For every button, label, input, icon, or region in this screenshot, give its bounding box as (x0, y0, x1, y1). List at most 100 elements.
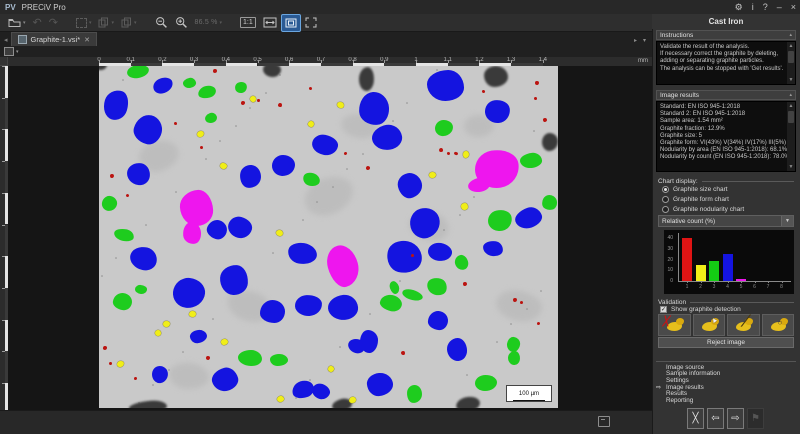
duplicate-button[interactable]: ▾ (118, 15, 140, 31)
graphite-particle[interactable] (519, 300, 522, 303)
graphite-particle[interactable] (519, 151, 543, 169)
graphite-particle[interactable] (135, 284, 148, 294)
graphite-particle[interactable] (434, 119, 453, 136)
graphite-particle[interactable] (113, 227, 135, 243)
graphite-particle[interactable] (276, 395, 284, 403)
graphite-particle[interactable] (512, 204, 544, 232)
graphite-particle[interactable] (467, 176, 491, 194)
graphite-particle[interactable] (133, 376, 136, 379)
actual-size-button[interactable]: 1:1 (237, 15, 259, 31)
graphite-particle[interactable] (427, 310, 448, 330)
info-icon[interactable]: i (752, 0, 754, 14)
graphite-particle[interactable] (463, 150, 470, 158)
add-graphite-button[interactable]: ▲ (693, 314, 726, 336)
delete-graphite-button[interactable]: ╳ (658, 314, 691, 336)
graphite-particle[interactable] (486, 207, 514, 233)
graphite-particle[interactable] (481, 89, 485, 93)
graphite-particle[interactable] (260, 300, 285, 323)
zoom-level-select[interactable]: 86.5 %▾ (192, 15, 226, 31)
graphite-particle[interactable] (425, 275, 449, 297)
graphite-particle[interactable] (275, 229, 283, 236)
radio-icon[interactable] (662, 196, 669, 203)
graphite-particle[interactable] (323, 242, 363, 290)
tab-list-icon[interactable]: ▾ (643, 37, 646, 44)
graphite-particle[interactable] (482, 239, 504, 256)
graphite-particle[interactable] (460, 202, 467, 209)
graphite-particle[interactable] (400, 287, 423, 303)
graphite-particle[interactable] (406, 385, 422, 404)
graphite-particle[interactable] (446, 151, 450, 155)
cancel-button[interactable]: ╳ (687, 408, 704, 429)
graphite-particle[interactable] (182, 77, 197, 89)
graphite-particle[interactable] (108, 361, 111, 364)
graphite-particle[interactable] (463, 282, 467, 286)
graphite-particle[interactable] (427, 241, 454, 263)
graphite-particle[interactable] (238, 350, 263, 367)
graphite-particle[interactable] (125, 193, 129, 197)
graphite-particle[interactable] (100, 87, 132, 123)
collapse-icon[interactable]: ▴ (789, 32, 792, 38)
zoom-in-button[interactable] (172, 15, 191, 31)
redo-button[interactable]: ↷ (46, 15, 61, 31)
annotation-icon[interactable] (598, 416, 610, 427)
graphite-particle[interactable] (173, 121, 177, 125)
graphite-particle[interactable] (507, 350, 520, 365)
fullscreen-button[interactable] (302, 15, 320, 31)
graphite-particle[interactable] (127, 244, 158, 272)
tab-close-icon[interactable]: ✕ (84, 36, 90, 44)
graphite-particle[interactable] (428, 172, 435, 178)
checkbox-checked-icon[interactable]: ✓ (660, 306, 667, 313)
graphite-particle[interactable] (209, 365, 240, 394)
graphite-particle[interactable] (366, 371, 394, 396)
collapse-icon[interactable]: ▴ (789, 92, 792, 98)
graphite-particle[interactable] (239, 164, 262, 189)
graphite-particle[interactable] (540, 193, 557, 210)
graphite-particle[interactable] (310, 133, 339, 158)
scrollbar-thumb[interactable] (788, 111, 794, 123)
workflow-step-reporting[interactable]: Reporting (656, 397, 796, 404)
results-scrollbar[interactable]: ▲ ▼ (787, 102, 795, 171)
graphite-particle[interactable] (189, 328, 208, 343)
radio-icon[interactable] (662, 186, 669, 193)
next-button[interactable]: ⇨ (727, 408, 744, 429)
graphite-particle[interactable] (162, 321, 169, 328)
graphite-particle[interactable] (151, 75, 175, 96)
graphite-particle[interactable] (188, 311, 195, 317)
graphite-particle[interactable] (395, 170, 424, 200)
graphite-particle[interactable] (505, 336, 520, 353)
graphite-particle[interactable] (327, 365, 334, 372)
graphite-particle[interactable] (454, 151, 459, 155)
copy-button[interactable]: ▾ (95, 15, 117, 31)
zoom-out-button[interactable] (152, 15, 171, 31)
graphite-particle[interactable] (220, 338, 228, 345)
graphite-particle[interactable] (388, 279, 401, 294)
settings-icon[interactable]: ⚙ (735, 0, 743, 14)
get-results-flag-button[interactable]: ⚑ (747, 408, 764, 429)
graphite-particle[interactable] (366, 166, 371, 171)
graphite-particle[interactable] (543, 118, 547, 122)
scroll-up-icon[interactable]: ▲ (787, 102, 795, 110)
graphite-particle[interactable] (172, 276, 207, 309)
graphite-particle[interactable] (383, 237, 424, 276)
scroll-up-icon[interactable]: ▲ (787, 42, 795, 50)
separate-graphite-button[interactable]: ╱ (727, 314, 760, 336)
layers-icon[interactable] (4, 47, 14, 56)
graphite-particle[interactable] (426, 69, 464, 101)
graphite-particle[interactable] (286, 240, 318, 265)
graphite-particle[interactable] (343, 151, 347, 155)
graphite-particle[interactable] (358, 90, 390, 125)
close-icon[interactable]: × (791, 0, 796, 14)
chevron-down-icon[interactable]: ▼ (781, 216, 793, 226)
graphite-particle[interactable] (103, 346, 108, 351)
graphite-particle[interactable] (126, 66, 150, 79)
radio-graphite-nodularity-chart[interactable]: Graphite nodularity chart (662, 205, 794, 214)
graphite-particle[interactable] (111, 291, 132, 310)
radio-icon[interactable] (662, 206, 669, 213)
scroll-down-icon[interactable]: ▼ (787, 76, 795, 84)
graphite-particle[interactable] (535, 81, 539, 85)
select-rectangle-button[interactable]: ▾ (73, 15, 95, 31)
help-icon[interactable]: ? (763, 0, 768, 14)
graphite-particle[interactable] (439, 148, 444, 153)
radio-graphite-form-chart[interactable]: Graphite form chart (662, 195, 794, 204)
graphite-particle[interactable] (249, 95, 256, 102)
